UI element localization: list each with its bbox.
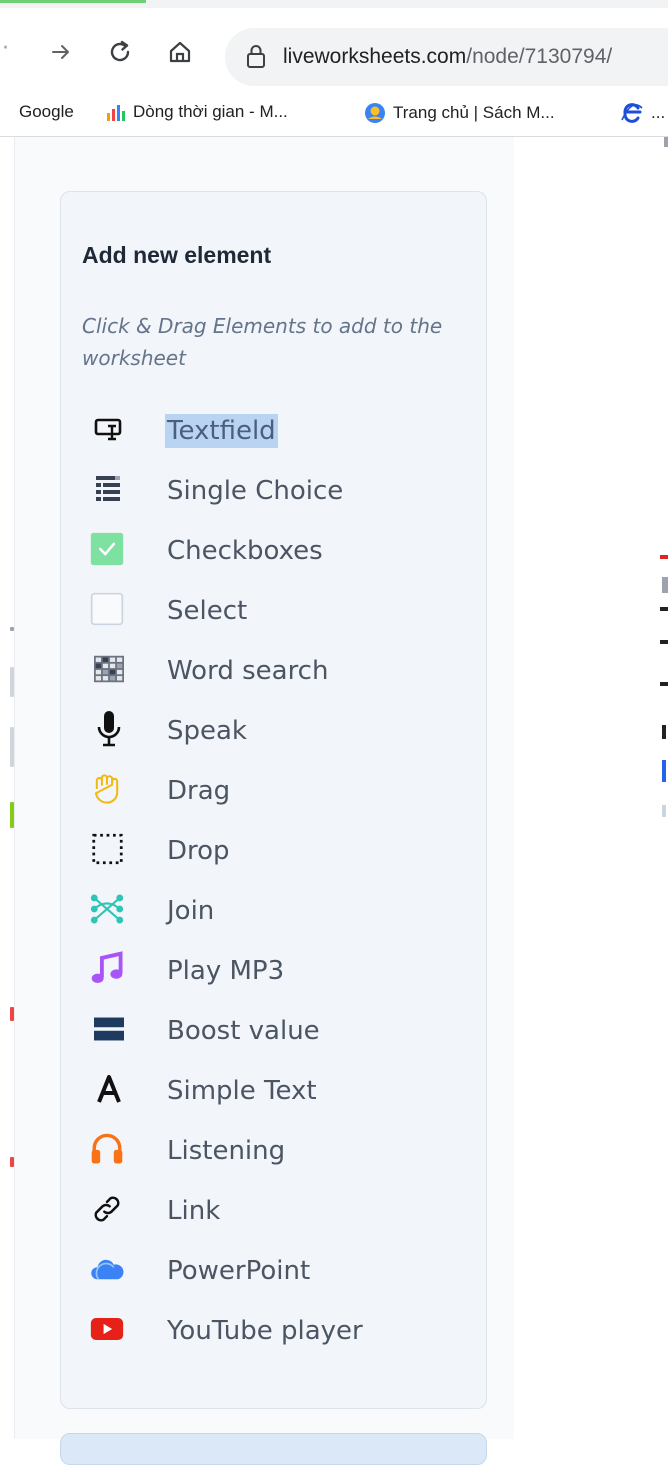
element-label: Single Choice bbox=[167, 476, 344, 506]
doc-fragment bbox=[662, 577, 668, 593]
left-edge-strip bbox=[0, 137, 14, 1439]
doc-fragment bbox=[662, 725, 666, 739]
timeline-icon bbox=[107, 105, 125, 121]
element-word-search[interactable]: Word search bbox=[61, 640, 486, 700]
link-icon bbox=[94, 1194, 124, 1224]
globe-avatar-icon bbox=[365, 103, 385, 123]
youtube-icon bbox=[90, 1314, 124, 1344]
lock-icon[interactable] bbox=[245, 43, 267, 69]
element-drag[interactable]: Drag bbox=[61, 760, 486, 820]
list-icon bbox=[94, 474, 124, 504]
checkbox-checked-icon bbox=[90, 532, 124, 566]
panel-hint: Click & Drag Elements to add to the work… bbox=[82, 314, 443, 370]
tab-strip bbox=[0, 0, 668, 8]
element-listening[interactable]: Listening bbox=[61, 1120, 486, 1180]
element-label: Simple Text bbox=[167, 1076, 317, 1106]
element-textfield[interactable]: Textfield bbox=[61, 400, 486, 460]
doc-fragment bbox=[662, 760, 666, 782]
element-label: Drop bbox=[167, 836, 230, 866]
element-label: Word search bbox=[167, 656, 329, 686]
page-viewport: Add new element Click & Drag Elements to… bbox=[0, 137, 668, 1465]
bookmark-e[interactable]: ... bbox=[620, 102, 665, 124]
browser-toolbar: · liveworksheets.com/node/7130794/ bbox=[0, 8, 668, 90]
element-label: Checkboxes bbox=[167, 536, 323, 566]
bookmark-trang-chu[interactable]: Trang chủ | Sách M... bbox=[364, 102, 555, 124]
element-play-mp3[interactable]: Play MP3 bbox=[61, 940, 486, 1000]
bookmarks-bar: Google Dòng thời gian - M... Trang chủ |… bbox=[0, 90, 668, 137]
element-label: YouTube player bbox=[167, 1316, 363, 1346]
element-simple-text[interactable]: Simple Text bbox=[61, 1060, 486, 1120]
dotted-square-icon bbox=[92, 833, 124, 865]
microphone-icon bbox=[94, 711, 124, 747]
back-icon[interactable]: · bbox=[2, 38, 9, 60]
element-checkboxes[interactable]: Checkboxes bbox=[61, 520, 486, 580]
forward-icon[interactable] bbox=[50, 41, 72, 63]
element-label: Select bbox=[167, 596, 248, 626]
textfield-icon bbox=[94, 414, 124, 444]
element-label: Listening bbox=[167, 1136, 286, 1166]
address-bar[interactable]: liveworksheets.com/node/7130794/ bbox=[225, 28, 668, 86]
bookmark-label: Dòng thời gian - M... bbox=[133, 102, 288, 121]
next-panel bbox=[60, 1433, 487, 1465]
doc-fragment bbox=[660, 607, 668, 611]
element-label: Join bbox=[167, 896, 215, 926]
element-link[interactable]: Link bbox=[61, 1180, 486, 1240]
element-boost-value[interactable]: Boost value bbox=[61, 1000, 486, 1060]
letter-a-icon bbox=[94, 1074, 124, 1104]
bookmark-timeline[interactable]: Dòng thời gian - M... bbox=[106, 102, 288, 122]
hand-icon bbox=[94, 774, 124, 804]
bookmark-google[interactable]: Google bbox=[19, 102, 74, 122]
add-element-panel: Add new element Click & Drag Elements to… bbox=[60, 191, 487, 1409]
panel-title: Add new element bbox=[82, 242, 272, 268]
headphones-icon bbox=[91, 1133, 124, 1164]
url-path: /node/7130794/ bbox=[466, 45, 613, 68]
cloud-icon bbox=[91, 1254, 124, 1284]
music-note-icon bbox=[91, 951, 124, 984]
doc-fragment bbox=[664, 137, 668, 147]
doc-fragment bbox=[660, 640, 668, 644]
grid-icon bbox=[94, 654, 124, 684]
element-speak[interactable]: Speak bbox=[61, 700, 486, 760]
doc-fragment bbox=[662, 805, 666, 817]
url-host: liveworksheets.com bbox=[283, 45, 467, 68]
element-powerpoint[interactable]: PowerPoint bbox=[61, 1240, 486, 1300]
home-icon[interactable] bbox=[166, 38, 194, 66]
element-label: Textfield bbox=[165, 414, 278, 448]
element-youtube-player[interactable]: YouTube player bbox=[61, 1300, 486, 1360]
element-label: PowerPoint bbox=[167, 1256, 311, 1286]
join-icon bbox=[90, 894, 124, 924]
boost-bars-icon bbox=[94, 1014, 124, 1044]
select-box-icon bbox=[90, 592, 124, 626]
element-join[interactable]: Join bbox=[61, 880, 486, 940]
active-tab-indicator bbox=[0, 0, 146, 3]
element-single-choice[interactable]: Single Choice bbox=[61, 460, 486, 520]
bookmark-label: ... bbox=[651, 103, 666, 122]
doc-fragment bbox=[660, 682, 668, 686]
element-select[interactable]: Select bbox=[61, 580, 486, 640]
bookmark-label: Trang chủ | Sách M... bbox=[393, 103, 555, 122]
reload-icon[interactable] bbox=[106, 38, 134, 66]
bookmark-label: Google bbox=[19, 102, 74, 121]
element-label: Play MP3 bbox=[167, 956, 285, 986]
element-label: Boost value bbox=[167, 1016, 320, 1046]
doc-fragment bbox=[660, 555, 668, 559]
element-label: Drag bbox=[167, 776, 231, 806]
worksheet-canvas bbox=[514, 137, 668, 1439]
url-text[interactable]: liveworksheets.com/node/7130794/ bbox=[283, 45, 612, 69]
element-drop[interactable]: Drop bbox=[61, 820, 486, 880]
element-label: Speak bbox=[167, 716, 247, 746]
e-logo-icon bbox=[621, 103, 643, 123]
element-label: Link bbox=[167, 1196, 221, 1226]
sidebar: Add new element Click & Drag Elements to… bbox=[14, 137, 515, 1465]
